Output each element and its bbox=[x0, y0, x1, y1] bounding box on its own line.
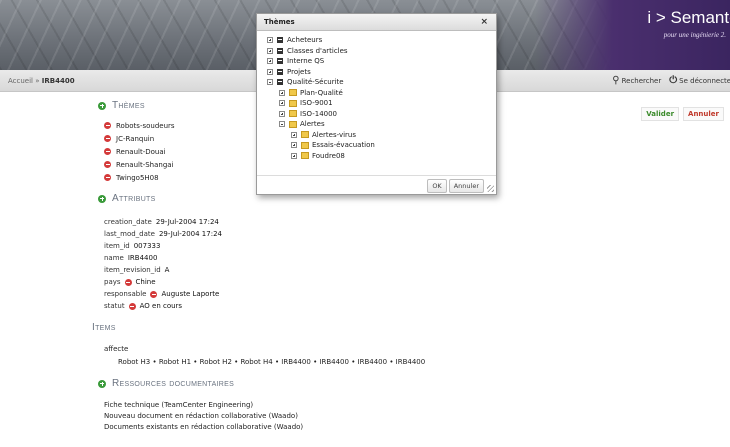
logout-link[interactable]: ⏻ Se déconnecter bbox=[669, 75, 730, 86]
remove-icon[interactable] bbox=[104, 161, 111, 168]
tree-node-qualite[interactable]: Qualité-Sécurite bbox=[267, 77, 496, 88]
dialog-ok-button[interactable]: OK bbox=[427, 179, 447, 193]
collapse-icon[interactable] bbox=[267, 79, 273, 86]
expand-icon[interactable] bbox=[267, 47, 273, 54]
items-relation-label: affecte bbox=[104, 345, 129, 353]
add-icon[interactable] bbox=[98, 379, 106, 388]
dialog-buttons: OK Annuler bbox=[427, 179, 484, 193]
remove-icon[interactable] bbox=[104, 174, 111, 181]
checkbox-icon[interactable] bbox=[277, 37, 283, 44]
tree-node-alertes[interactable]: Alertes bbox=[267, 119, 496, 130]
folder-icon bbox=[289, 89, 297, 97]
attribute-row: creation_date 29-Jul-2004 17:24 bbox=[104, 218, 219, 226]
remove-icon[interactable] bbox=[104, 148, 111, 155]
add-icon[interactable] bbox=[98, 101, 106, 110]
expand-icon[interactable] bbox=[291, 142, 297, 149]
folder-icon bbox=[289, 110, 297, 118]
tree-node-virus[interactable]: Alertes-virus bbox=[267, 130, 496, 141]
tree-node-iso9001[interactable]: ISO-9001 bbox=[267, 98, 496, 109]
themes-dialog: Thèmes × Acheteurs Classes d'articles In… bbox=[256, 13, 497, 195]
search-link[interactable]: ⚲ Rechercher bbox=[612, 75, 661, 86]
resource-link[interactable]: Fiche technique (TeamCenter Engineering) bbox=[104, 401, 652, 412]
top-links: ⚲ Rechercher ⏻ Se déconnecter bbox=[612, 75, 730, 86]
resource-link[interactable]: Documents existants en rédaction collabo… bbox=[104, 423, 652, 434]
tree-node-foudre[interactable]: Foudre08 bbox=[267, 151, 496, 162]
tree-node-iso14000[interactable]: ISO-14000 bbox=[267, 109, 496, 120]
add-icon[interactable] bbox=[98, 194, 106, 203]
tree-node-plan[interactable]: Plan-Qualité bbox=[267, 88, 496, 99]
close-icon[interactable]: × bbox=[480, 17, 488, 27]
attribute-row: name IRB4400 bbox=[104, 254, 158, 262]
dialog-divider bbox=[257, 175, 496, 176]
attribute-row: responsable Auguste Laporte bbox=[104, 290, 220, 298]
checkbox-icon[interactable] bbox=[277, 79, 283, 86]
remove-icon[interactable] bbox=[124, 278, 132, 286]
expand-icon[interactable] bbox=[279, 89, 285, 96]
brand-subtitle: pour une ingénierie 2. bbox=[663, 31, 726, 39]
attribute-row: pays Chine bbox=[104, 278, 156, 286]
checkbox-icon[interactable] bbox=[277, 58, 283, 65]
dialog-cancel-button[interactable]: Annuler bbox=[448, 179, 484, 193]
attribute-row: last_mod_date 29-Jul-2004 17:24 bbox=[104, 230, 222, 238]
breadcrumb-current: IRB4400 bbox=[41, 77, 75, 85]
dialog-title: Thèmes bbox=[264, 18, 295, 26]
remove-icon[interactable] bbox=[104, 135, 111, 142]
expand-icon[interactable] bbox=[291, 152, 297, 159]
remove-icon[interactable] bbox=[104, 122, 111, 129]
folder-icon bbox=[301, 152, 309, 160]
resources-list: Fiche technique (TeamCenter Engineering)… bbox=[104, 401, 652, 434]
expand-icon[interactable] bbox=[267, 58, 273, 65]
tree-node-projets[interactable]: Projets bbox=[267, 67, 496, 78]
tree-node-interne[interactable]: Interne QS bbox=[267, 56, 496, 67]
tree-node-classes[interactable]: Classes d'articles bbox=[267, 46, 496, 57]
items-list: affecte Robot H3 • Robot H1 • Robot H2 •… bbox=[104, 345, 652, 366]
form-actions: Valider Annuler bbox=[641, 107, 724, 121]
expand-icon[interactable] bbox=[267, 68, 273, 75]
remove-icon[interactable] bbox=[128, 302, 136, 310]
items-section-title: Items bbox=[92, 322, 116, 333]
attribute-row: statut AO en cours bbox=[104, 302, 183, 310]
folder-icon bbox=[301, 131, 309, 139]
cancel-button[interactable]: Annuler bbox=[683, 107, 724, 121]
attribute-row: item_revision_id A bbox=[104, 266, 170, 274]
power-icon: ⏻ bbox=[669, 75, 678, 86]
dialog-titlebar[interactable]: Thèmes × bbox=[257, 14, 496, 31]
expand-icon[interactable] bbox=[291, 131, 297, 138]
resize-grip-icon[interactable] bbox=[487, 185, 494, 192]
items-row[interactable]: Robot H3 • Robot H1 • Robot H2 • Robot H… bbox=[118, 358, 652, 366]
expand-icon[interactable] bbox=[267, 37, 273, 44]
breadcrumb-separator: » bbox=[35, 77, 40, 85]
resources-section-title[interactable]: Ressources documentaires bbox=[98, 378, 652, 389]
breadcrumb-home[interactable]: Accueil bbox=[8, 77, 33, 85]
tree-node-evac[interactable]: Essais-évacuation bbox=[267, 140, 496, 151]
themes-tree: Acheteurs Classes d'articles Interne QS … bbox=[257, 31, 496, 161]
resource-link[interactable]: Nouveau document en rédaction collaborat… bbox=[104, 412, 652, 423]
expand-icon[interactable] bbox=[279, 110, 285, 117]
checkbox-icon[interactable] bbox=[277, 68, 283, 75]
breadcrumb: Accueil » IRB4400 bbox=[8, 77, 75, 85]
checkbox-icon[interactable] bbox=[277, 47, 283, 54]
remove-icon[interactable] bbox=[150, 290, 158, 298]
expand-icon[interactable] bbox=[279, 100, 285, 107]
folder-icon bbox=[289, 120, 297, 128]
search-icon: ⚲ bbox=[612, 75, 620, 86]
brand-title: i > Semanteo bbox=[647, 8, 730, 27]
attributes-list: creation_date 29-Jul-2004 17:24 last_mod_… bbox=[104, 216, 652, 312]
folder-icon bbox=[301, 141, 309, 149]
folder-icon bbox=[289, 99, 297, 107]
tree-node-acheteurs[interactable]: Acheteurs bbox=[267, 35, 496, 46]
collapse-icon[interactable] bbox=[279, 121, 285, 128]
attribute-row: item_id 007333 bbox=[104, 242, 161, 250]
